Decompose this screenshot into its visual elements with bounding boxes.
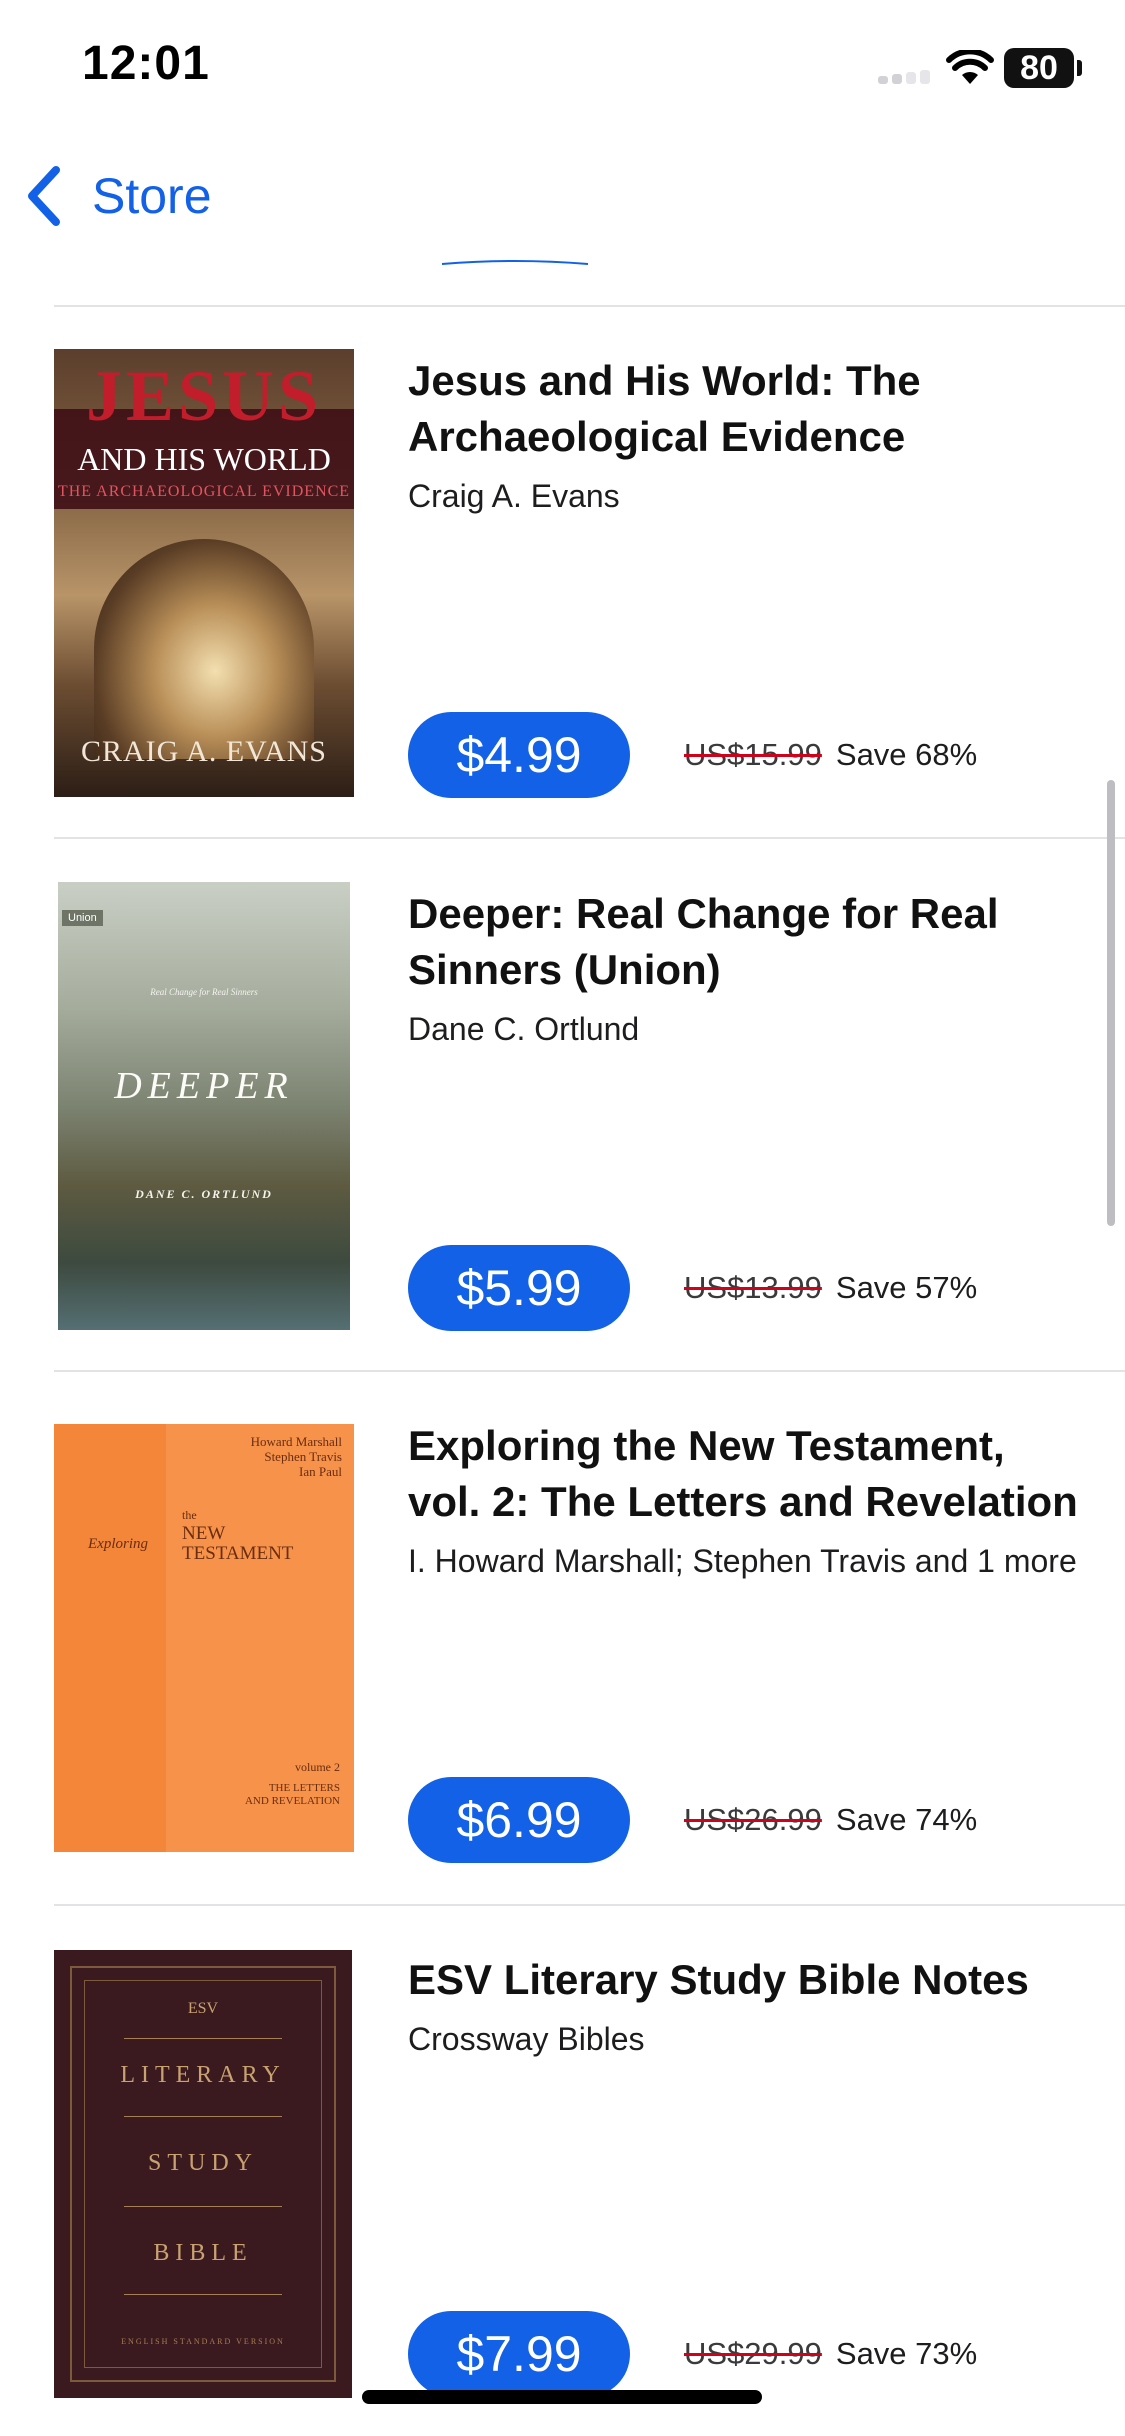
scrollbar[interactable] [1107,780,1115,1226]
book-title[interactable]: Deeper: Real Change for Real Sinners (Un… [408,886,1088,998]
esv-logo: ESV [187,2000,219,2017]
status-bar: 12:01 80 [0,0,1125,140]
cover-art [94,539,314,759]
cover-word: STUDY [147,2150,258,2176]
book-cover[interactable]: ESV LITERARY STUDY BIBLE ENGLISH STANDAR… [54,1950,352,2398]
book-row[interactable]: Howard Marshall Stephen Travis Ian Paul … [0,1410,1125,1942]
buy-price-button[interactable]: $6.99 [408,1777,630,1863]
book-author[interactable]: Craig A. Evans [408,475,1088,517]
cover-subtitle: Real Change for Real Sinners [150,987,258,997]
cover-subtitle: THE LETTERS AND REVELATION [244,1782,340,1807]
cover-rule [124,2038,282,2039]
original-price: US$15.99 [684,737,822,772]
cover-volume: volume 2 [295,1760,340,1774]
status-time: 12:01 [82,37,210,90]
book-author[interactable]: Crossway Bibles [408,2018,1088,2060]
book-author[interactable]: I. Howard Marshall; Stephen Travis and 1… [408,1540,1088,1582]
discount-label: Save 68% [835,737,978,772]
book-info: ESV Literary Study Bible Notes Crossway … [408,1952,1088,2060]
book-info: Deeper: Real Change for Real Sinners (Un… [408,886,1088,1050]
cellular-signal-icon [878,70,932,84]
book-cover[interactable]: Union Real Change for Real Sinners DEEPE… [58,882,350,1330]
original-price: US$29.99 [684,2336,822,2371]
cover-word: BIBLE [153,2240,253,2266]
buy-price-button[interactable]: $5.99 [408,1245,630,1331]
partial-element [441,260,589,265]
cover-stripe [54,1424,166,1852]
divider [54,837,1125,839]
cover-word: LITERARY [120,2062,286,2088]
home-indicator[interactable] [362,2390,762,2404]
book-row[interactable]: Union Real Change for Real Sinners DEEPE… [0,878,1125,1410]
divider [54,1904,1125,1906]
book-cover[interactable]: Howard Marshall Stephen Travis Ian Paul … [54,1424,354,1852]
book-info: Jesus and His World: The Archaeological … [408,353,1088,517]
divider [54,1370,1125,1372]
cover-the: the [182,1508,197,1522]
cover-tagline: THE ARCHAEOLOGICAL EVIDENCE [57,483,351,500]
book-row[interactable]: JESUS AND HIS WORLD THE ARCHAEOLOGICAL E… [0,345,1125,877]
cover-title: DEEPER [114,1065,294,1107]
battery-icon: 80 [1004,48,1074,88]
discount-label: Save 74% [835,1802,978,1837]
buy-price-button[interactable]: $4.99 [408,712,630,798]
cover-authors: Howard Marshall Stephen Travis Ian Paul [250,1434,342,1479]
discount-label: Save 73% [835,2336,978,2371]
price-line: $6.99 US$26.99 Save 74% [408,1777,977,1863]
book-title[interactable]: Exploring the New Testament, vol. 2: The… [408,1418,1088,1530]
cover-exploring: Exploring [88,1536,148,1552]
book-info: Exploring the New Testament, vol. 2: The… [408,1418,1088,1582]
cover-footer: ENGLISH STANDARD VERSION [121,2337,285,2346]
back-button[interactable]: Store [24,160,212,232]
chevron-left-icon [28,166,60,226]
cover-subtitle: AND HIS WORLD [77,441,331,477]
book-author[interactable]: Dane C. Ortlund [408,1008,1088,1050]
book-cover[interactable]: JESUS AND HIS WORLD THE ARCHAEOLOGICAL E… [54,349,354,797]
cover-author: DANE C. ORTLUND [135,1187,273,1201]
price-line: $4.99 US$15.99 Save 68% [408,712,977,798]
cover-author: CRAIG A. EVANS [81,735,327,768]
wifi-icon [946,50,994,84]
cover-rule [124,2294,282,2295]
book-title[interactable]: Jesus and His World: The Archaeological … [408,353,1088,465]
discount-label: Save 57% [835,1270,978,1305]
book-title[interactable]: ESV Literary Study Bible Notes [408,1952,1088,2008]
original-price: US$13.99 [684,1270,822,1305]
cover-rule [124,2116,282,2117]
cover-series-tag: Union [62,910,103,926]
back-label: Store [92,168,212,224]
price-line: $5.99 US$13.99 Save 57% [408,1245,977,1331]
cover-title: NEW TESTAMENT [182,1523,294,1564]
buy-price-button[interactable]: $7.99 [408,2311,630,2397]
cover-title: JESUS [85,356,323,436]
battery-cap [1077,60,1082,76]
book-row[interactable]: ESV LITERARY STUDY BIBLE ENGLISH STANDAR… [0,1944,1125,2436]
price-line: $7.99 US$29.99 Save 73% [408,2311,977,2397]
cover-rule [124,2206,282,2207]
original-price: US$26.99 [684,1802,822,1837]
divider [54,305,1125,307]
